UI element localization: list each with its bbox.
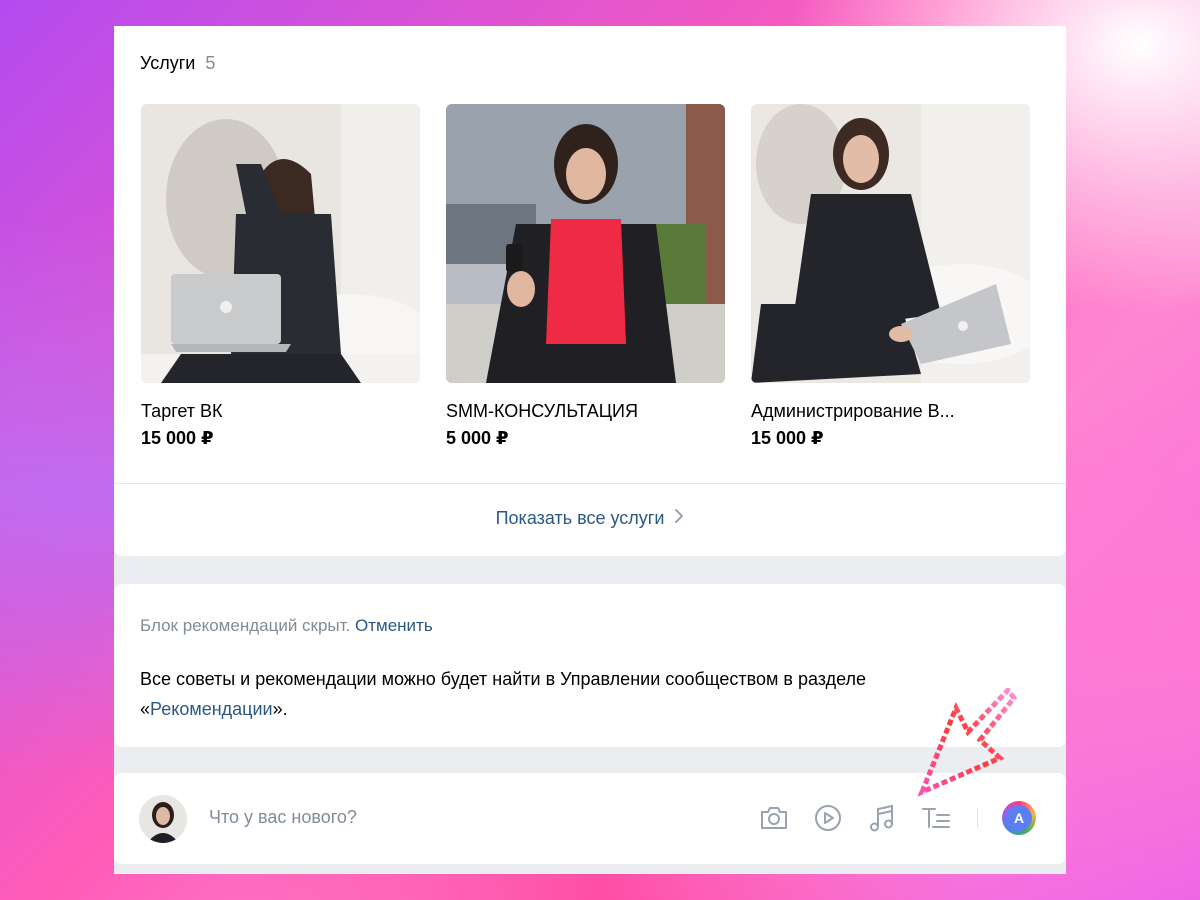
services-title: Услуги — [140, 53, 196, 73]
undo-link[interactable]: Отменить — [355, 616, 433, 635]
show-all-label[interactable]: Показать все услуги — [496, 508, 665, 529]
service-photo[interactable] — [751, 104, 1030, 383]
service-item[interactable]: SMM-КОНСУЛЬТАЦИЯ 5 000 ₽ — [446, 104, 725, 449]
post-author-selector[interactable]: А — [1002, 801, 1036, 835]
text-format-icon[interactable] — [919, 801, 953, 835]
service-photo[interactable] — [446, 104, 725, 383]
recommendations-hidden-note: Блок рекомендаций скрыт. Отменить — [140, 616, 433, 636]
service-title[interactable]: Таргет ВК — [141, 401, 420, 422]
chevron-right-icon — [674, 508, 684, 529]
toolbar-separator — [977, 808, 978, 828]
recommendations-link[interactable]: Рекомендации — [150, 699, 273, 719]
recommendations-text: Все советы и рекомендации можно будет на… — [140, 664, 1000, 724]
reco-text-after: ». — [272, 699, 288, 719]
hidden-note-text: Блок рекомендаций скрыт. — [140, 616, 351, 635]
service-title[interactable]: Администрирование В... — [751, 401, 1030, 422]
service-price: 15 000 ₽ — [751, 428, 824, 448]
avatar[interactable] — [139, 795, 187, 843]
service-item[interactable]: Таргет ВК 15 000 ₽ — [141, 104, 420, 449]
service-title[interactable]: SMM-КОНСУЛЬТАЦИЯ — [446, 401, 725, 422]
post-input[interactable]: Что у вас нового? — [209, 807, 357, 828]
services-count: 5 — [205, 53, 216, 73]
services-card: Услуги 5 Таргет ВК 15 000 ₽ SMM-КОНСУЛЬТ… — [114, 26, 1066, 556]
post-attach-toolbar: А — [757, 801, 1036, 835]
pixel-cursor-icon — [917, 688, 1018, 797]
show-all-services-link[interactable]: Показать все услуги — [114, 508, 1066, 529]
services-header[interactable]: Услуги 5 — [140, 53, 215, 74]
author-initial: А — [1006, 805, 1032, 831]
video-icon[interactable] — [811, 801, 845, 835]
service-photo[interactable] — [141, 104, 420, 383]
service-price: 15 000 ₽ — [141, 428, 214, 448]
camera-icon[interactable] — [757, 801, 791, 835]
music-icon[interactable] — [865, 801, 899, 835]
service-item[interactable]: Администрирование В... 15 000 ₽ — [751, 104, 1030, 449]
service-price: 5 000 ₽ — [446, 428, 509, 448]
divider — [114, 483, 1066, 484]
